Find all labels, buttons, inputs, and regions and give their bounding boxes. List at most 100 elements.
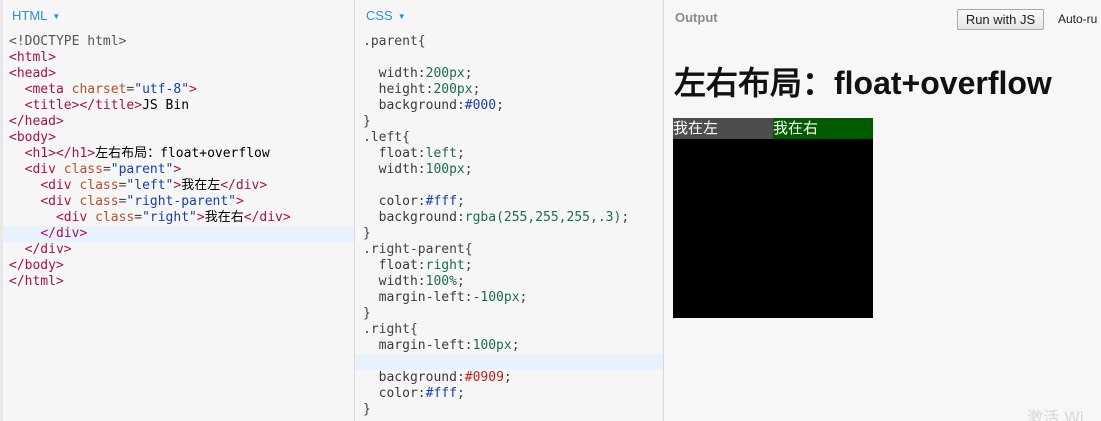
code-value: 100px — [425, 162, 465, 177]
html-code-line: <h1></h1>左右布局：float+overflow — [3, 146, 354, 162]
run-with-js-button[interactable]: Run with JS — [957, 9, 1044, 30]
html-code-line: </body> — [3, 258, 354, 274]
chevron-down-icon[interactable]: ▼ — [398, 12, 406, 21]
code-tag: <meta — [24, 82, 72, 97]
code-tag: </title> — [79, 98, 143, 113]
css-editor-pane: CSS ▼ .parent{ width:200px; height:200px;… — [355, 0, 664, 421]
html-code-line: </div> — [3, 226, 354, 242]
code-value: 100px — [472, 338, 512, 353]
css-code-line: margin-left:100px; — [355, 338, 663, 354]
code-punct: ; — [456, 146, 465, 161]
code-property: background — [378, 370, 457, 385]
code-string: "left" — [126, 178, 174, 193]
css-code-line: color:#fff; — [355, 194, 663, 210]
code-tag: <div — [24, 162, 64, 177]
html-code-line: </head> — [3, 114, 354, 130]
code-tag: </div> — [243, 210, 291, 225]
code-text: JS Bin — [142, 98, 190, 113]
code-punct: ; — [503, 370, 512, 385]
code-property: color — [378, 386, 418, 401]
code-tag: </div> — [24, 242, 72, 257]
css-panel-dropdown[interactable]: CSS ▼ — [366, 8, 406, 23]
code-tag: <div — [40, 178, 80, 193]
code-tag: <h1> — [24, 146, 56, 161]
output-heading: 左右布局：float+overflow — [674, 65, 1052, 101]
code-tag: <div — [40, 194, 80, 209]
css-code-line: width:100px; — [355, 162, 663, 178]
code-value: 100% — [425, 274, 457, 289]
css-code-line: width:100%; — [355, 274, 663, 290]
code-string: "parent" — [110, 162, 174, 177]
code-punct: = — [102, 162, 111, 177]
code-value: rgba(255,255,255,.3) — [464, 210, 622, 225]
code-invalid-value: #0909 — [464, 370, 504, 385]
code-punct: ; — [456, 386, 465, 401]
html-code-line: <meta charset="utf-8"> — [3, 82, 354, 98]
html-code-line: <div class="right">我在右</div> — [3, 210, 354, 226]
css-code-line: color:#fff; — [355, 386, 663, 402]
code-value: left — [425, 146, 457, 161]
code-hex-value: #fff — [425, 386, 457, 401]
code-tag: <div — [55, 210, 96, 225]
code-attr: class — [79, 194, 119, 209]
css-code-line: width:200px; — [355, 66, 663, 82]
html-code-line: <html> — [3, 50, 354, 66]
code-selector: } — [363, 114, 371, 129]
code-attr: class — [79, 178, 119, 193]
html-code-editor[interactable]: <!DOCTYPE html> <html> <head> <meta charse… — [3, 34, 354, 290]
code-attr: charset — [71, 82, 127, 97]
auto-run-toggle[interactable]: Auto-ru — [1058, 12, 1097, 26]
html-code-line: <div class="right-parent"> — [3, 194, 354, 210]
css-code-line: float:left; — [355, 146, 663, 162]
html-code-line: <title></title>JS Bin — [3, 98, 354, 114]
code-tag: > — [189, 82, 197, 97]
code-punct: : — [417, 274, 426, 289]
code-string: "right-parent" — [126, 194, 236, 209]
css-code-line: } — [355, 114, 663, 130]
code-tag: > — [173, 162, 182, 177]
code-punct: ; — [464, 258, 473, 273]
css-code-line: } — [355, 226, 663, 242]
code-punct: : — [464, 338, 473, 353]
code-selector: } — [363, 402, 371, 417]
code-punct: ; — [464, 162, 473, 177]
code-text: 我在右 — [204, 210, 244, 225]
code-punct: : — [456, 370, 465, 385]
code-punct: : — [417, 66, 426, 81]
css-code-line: margin-left:-100px; — [355, 290, 663, 306]
code-text: 左右布局：float+overflow — [95, 146, 270, 161]
output-pane: Output Run with JS Auto-ru 左右布局：float+ov… — [664, 0, 1101, 421]
demo-right-box: 我在右 — [773, 118, 873, 139]
output-label: Output — [675, 10, 718, 25]
html-code-line: <!DOCTYPE html> — [3, 34, 354, 50]
code-punct: = — [134, 210, 143, 225]
css-code-line: float:right; — [355, 258, 663, 274]
html-panel-dropdown[interactable]: HTML ▼ — [12, 8, 60, 23]
code-hex-value: #000 — [464, 98, 497, 113]
html-code-line: <div class="parent"> — [3, 162, 354, 178]
css-code-editor[interactable]: .parent{ width:200px; height:200px; back… — [355, 34, 663, 418]
chevron-down-icon[interactable]: ▼ — [52, 12, 60, 21]
css-code-line: height:200px; — [355, 82, 663, 98]
html-code-line: <div class="left">我在左</div> — [3, 178, 354, 194]
code-attr: class — [63, 162, 103, 177]
code-tag: > — [196, 210, 205, 225]
html-code-line: <head> — [3, 66, 354, 82]
code-string: "utf-8" — [134, 82, 190, 97]
code-tag: </div> — [220, 178, 268, 193]
html-pane-header: HTML ▼ — [3, 0, 354, 32]
